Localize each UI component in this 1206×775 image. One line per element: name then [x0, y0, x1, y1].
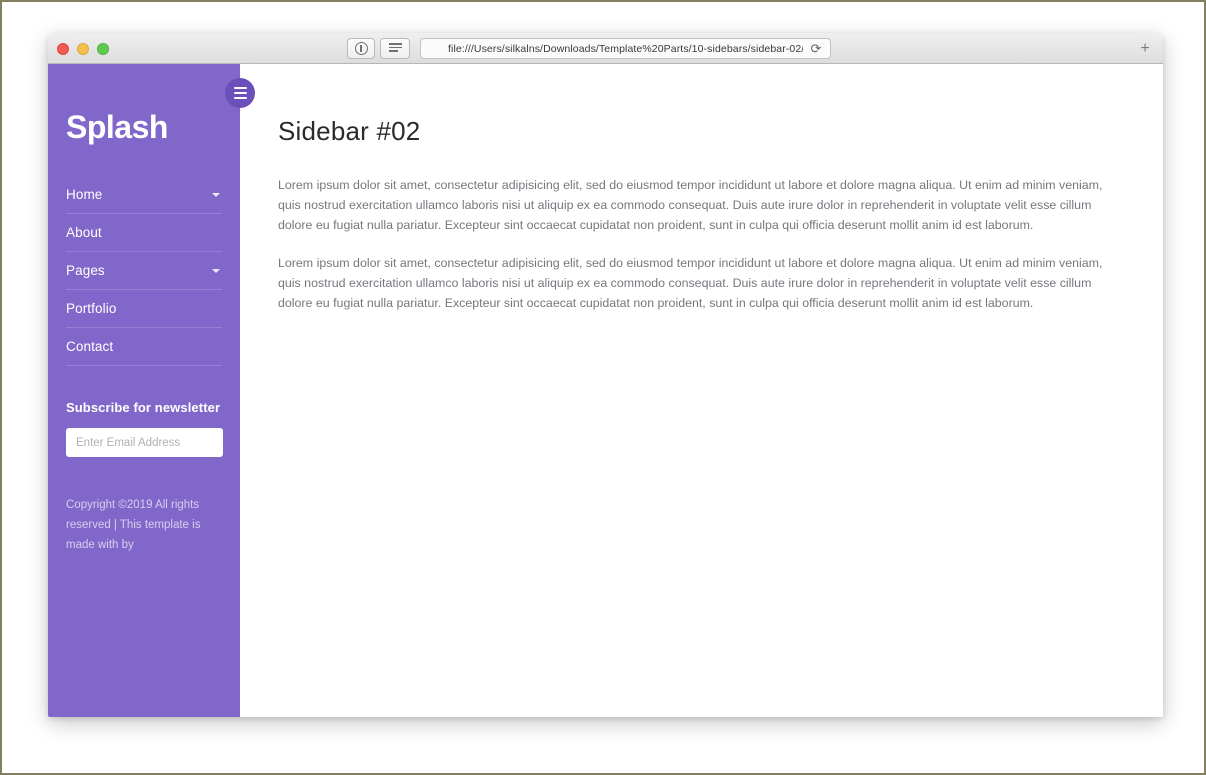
address-bar[interactable]: file:///Users/silkalns/Downloads/Templat… [420, 38, 831, 59]
sidebar-item-label: Contact [66, 339, 114, 354]
url-text: file:///Users/silkalns/Downloads/Templat… [448, 42, 803, 55]
new-tab-button[interactable]: + [1132, 38, 1158, 59]
sidebar-item-label: Home [66, 187, 103, 202]
window-controls [57, 43, 109, 55]
minimize-button[interactable] [77, 43, 89, 55]
chevron-down-icon[interactable] [212, 192, 220, 197]
shield-icon [354, 42, 368, 55]
browser-window: file:///Users/silkalns/Downloads/Templat… [48, 33, 1163, 717]
copyright-text: Copyright ©2019 All rights reserved | Th… [66, 499, 201, 552]
sidebar-item-label: Portfolio [66, 301, 117, 316]
sidebar-item-label: About [66, 225, 102, 240]
body-paragraph: Lorem ipsum dolor sit amet, consectetur … [278, 178, 1103, 233]
sidebar-item-contact[interactable]: Contact [66, 328, 222, 366]
email-field[interactable] [66, 428, 223, 457]
page-title: Sidebar #02 [278, 116, 421, 146]
shield-icon-button[interactable] [347, 38, 375, 59]
chevron-down-icon[interactable] [212, 268, 220, 273]
sidebar-item-about[interactable]: About [66, 214, 222, 252]
zoom-button[interactable] [97, 43, 109, 55]
sidebar-item-label: Pages [66, 263, 105, 278]
page-viewport: Splash Home About Pages Portfolio Contac… [48, 64, 1163, 717]
page-frame: file:///Users/silkalns/Downloads/Templat… [0, 0, 1206, 775]
reader-icon [388, 43, 402, 54]
brand-logo[interactable]: Splash [66, 64, 222, 150]
body-paragraph: Lorem ipsum dolor sit amet, consectetur … [278, 256, 1103, 311]
sidebar-item-home[interactable]: Home [66, 176, 222, 214]
browser-titlebar: file:///Users/silkalns/Downloads/Templat… [48, 33, 1163, 64]
sidebar: Splash Home About Pages Portfolio Contac… [48, 64, 255, 717]
newsletter-heading: Subscribe for newsletter [66, 400, 221, 415]
sidebar-nav: Home About Pages Portfolio Contact [66, 176, 222, 366]
main-content: Sidebar #02 Lorem ipsum dolor sit amet, … [240, 64, 1163, 717]
reload-icon[interactable]: ⟳ [809, 42, 823, 56]
close-button[interactable] [57, 43, 69, 55]
sidebar-item-portfolio[interactable]: Portfolio [66, 290, 222, 328]
hamburger-icon[interactable] [225, 78, 255, 108]
reader-view-button[interactable] [380, 38, 410, 59]
sidebar-item-pages[interactable]: Pages [66, 252, 222, 290]
